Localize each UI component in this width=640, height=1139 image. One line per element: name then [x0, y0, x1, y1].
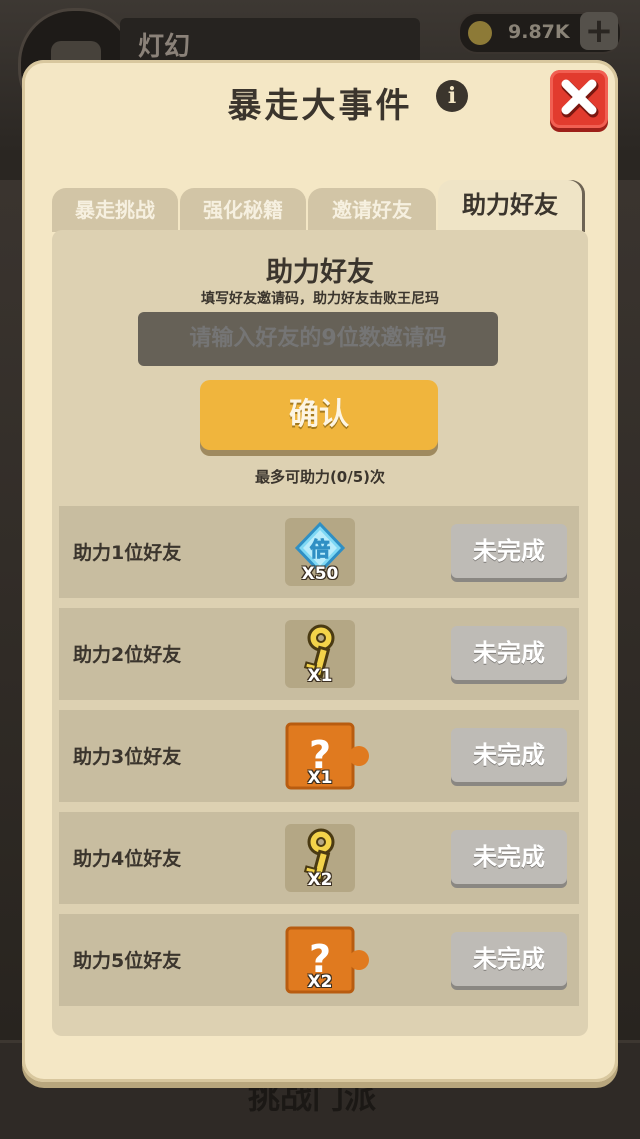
section-description: 填写好友邀请码，助力好友击败王尼玛: [201, 291, 439, 307]
coin-icon: [468, 21, 492, 45]
reward-slot: X1: [285, 620, 355, 688]
info-icon[interactable]: i: [436, 80, 468, 112]
help-friends-panel: 助力好友 填写好友邀请码，助力好友击败王尼玛 确认 最多可助力(0/5)次 助力…: [52, 230, 588, 1036]
incomplete-button[interactable]: 未完成: [451, 728, 567, 782]
reward-quantity: X1: [307, 666, 333, 686]
tab-invite-friends[interactable]: 邀请好友: [308, 188, 436, 232]
incomplete-button[interactable]: 未完成: [451, 932, 567, 986]
task-row: 助力2位好友 X1 未完成: [59, 608, 579, 700]
tab-challenge[interactable]: 暴走挑战: [52, 188, 178, 232]
reward-glyph: 倍: [310, 537, 330, 561]
reward-quantity: X1: [307, 768, 333, 788]
close-button[interactable]: [550, 70, 608, 128]
incomplete-button[interactable]: 未完成: [451, 626, 567, 680]
tab-enhance[interactable]: 强化秘籍: [180, 188, 306, 232]
reward-quantity: X2: [307, 972, 333, 992]
section-title: 助力好友: [266, 257, 374, 288]
task-label: 助力1位好友: [73, 542, 182, 564]
reward-slot: ? X2: [285, 926, 369, 994]
currency-value: 9.87K: [508, 21, 570, 43]
reward-slot: X2: [285, 824, 355, 892]
reward-slot: ? X1: [285, 722, 369, 790]
task-label: 助力2位好友: [73, 644, 182, 666]
help-limit-text: 最多可助力(0/5)次: [254, 468, 386, 486]
task-label: 助力5位好友: [73, 950, 182, 972]
background-side-left: [0, 180, 22, 1040]
incomplete-button[interactable]: 未完成: [451, 524, 567, 578]
currency-display: 9.87K +: [458, 12, 622, 54]
task-row: 助力4位好友 X2 未完成: [59, 812, 579, 904]
background-side-right: [618, 180, 640, 1040]
modal-title: 暴走大事件: [227, 86, 413, 126]
incomplete-button[interactable]: 未完成: [451, 830, 567, 884]
reward-slot: 倍 X50: [285, 518, 355, 586]
task-row: 助力1位好友 倍 X50 未完成: [59, 506, 579, 598]
invite-code-input[interactable]: [138, 312, 498, 366]
tab-help-friends[interactable]: 助力好友: [438, 180, 582, 232]
task-row: 助力5位好友 ? X2 未完成: [59, 914, 579, 1006]
close-icon: [561, 79, 599, 118]
reward-quantity: X50: [301, 564, 339, 584]
task-label: 助力3位好友: [73, 746, 182, 768]
task-label: 助力4位好友: [73, 848, 182, 870]
reward-quantity: X2: [307, 870, 333, 890]
add-currency-button: +: [580, 12, 618, 50]
player-name: 灯幻: [138, 32, 191, 62]
event-modal: 暴走大事件 i 暴走挑战 强化秘籍 邀请好友 助力好友 助力好友 填写好友邀请码…: [22, 60, 618, 1082]
task-row: 助力3位好友 ? X1 未完成: [59, 710, 579, 802]
confirm-button[interactable]: 确认: [200, 380, 438, 450]
